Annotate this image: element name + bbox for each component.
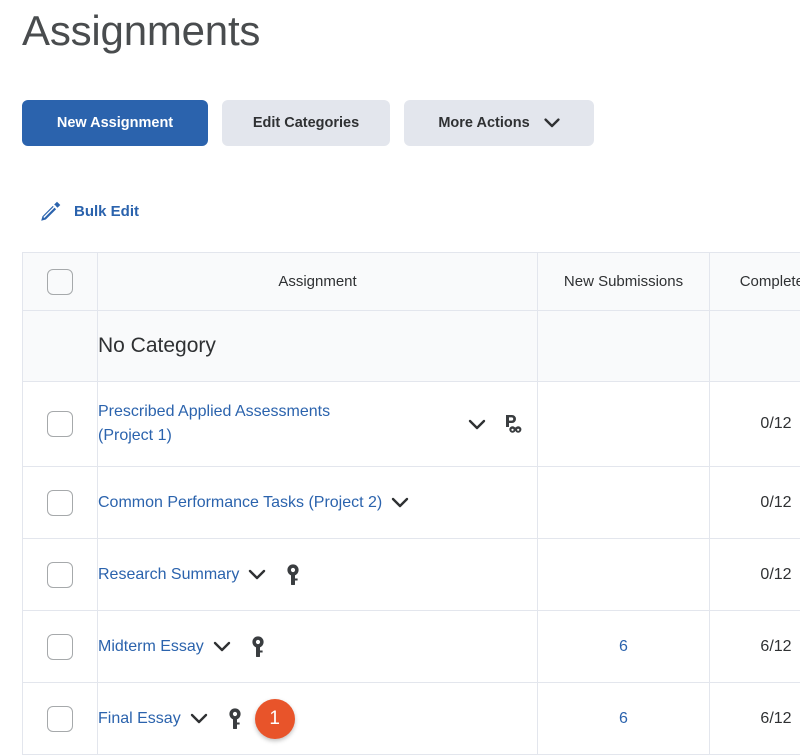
assignment-name-cell: Common Performance Tasks (Project 2) bbox=[98, 467, 538, 539]
chevron-down-icon bbox=[544, 118, 560, 128]
assignment-link[interactable]: Research Summary bbox=[98, 563, 239, 587]
completed-value: 0/12 bbox=[760, 494, 791, 511]
new-submissions-value[interactable]: 6 bbox=[619, 710, 628, 727]
chevron-down-icon[interactable] bbox=[459, 409, 495, 439]
assignment-link[interactable]: Prescribed Applied Assessments (Project … bbox=[98, 400, 366, 448]
row-checkbox[interactable] bbox=[47, 490, 73, 516]
bulk-edit-button[interactable]: Bulk Edit bbox=[38, 198, 139, 224]
completed-value: 0/12 bbox=[760, 566, 791, 583]
category-select-cell bbox=[23, 311, 98, 382]
assignments-table: Assignment New Submissions Completed No … bbox=[22, 252, 800, 755]
completed-value: 0/12 bbox=[760, 415, 791, 432]
action-toolbar: New Assignment Edit Categories More Acti… bbox=[22, 100, 594, 146]
assignment-name-cell: Midterm Essay bbox=[98, 611, 538, 683]
new-submissions-cell bbox=[538, 539, 710, 611]
new-submissions-cell: 6 bbox=[538, 683, 710, 755]
assignment-name-cell: Research Summary bbox=[98, 539, 538, 611]
category-done-cell bbox=[710, 311, 800, 382]
table-row: Midterm Essay bbox=[23, 611, 800, 683]
column-header-completed[interactable]: Completed bbox=[710, 253, 800, 311]
row-select-cell bbox=[23, 539, 98, 611]
assignment-link[interactable]: Midterm Essay bbox=[98, 635, 204, 659]
bulk-edit-label: Bulk Edit bbox=[74, 203, 139, 220]
select-all-checkbox[interactable] bbox=[47, 269, 73, 295]
column-header-assignment[interactable]: Assignment bbox=[98, 253, 538, 311]
chevron-down-icon[interactable] bbox=[204, 632, 240, 662]
pencil-icon bbox=[38, 198, 64, 224]
more-actions-label: More Actions bbox=[438, 115, 529, 131]
row-icons bbox=[459, 409, 537, 439]
select-all-header bbox=[23, 253, 98, 311]
category-label: No Category bbox=[98, 311, 538, 382]
table-row: Prescribed Applied Assessments (Project … bbox=[23, 382, 800, 467]
chevron-down-icon[interactable] bbox=[239, 560, 275, 590]
assignments-page: Assignments New Assignment Edit Categori… bbox=[0, 0, 800, 751]
category-row: No Category bbox=[23, 311, 800, 382]
row-select-cell bbox=[23, 611, 98, 683]
row-checkbox[interactable] bbox=[47, 706, 73, 732]
row-select-cell bbox=[23, 683, 98, 755]
row-select-cell bbox=[23, 467, 98, 539]
key-icon[interactable] bbox=[217, 704, 253, 734]
linked-rubric-icon[interactable] bbox=[495, 409, 531, 439]
completed-cell: 0/12 bbox=[710, 467, 800, 539]
assignment-name-cell: Final Essay bbox=[98, 683, 538, 755]
key-icon[interactable] bbox=[240, 632, 276, 662]
assignment-link[interactable]: Final Essay bbox=[98, 707, 181, 731]
completed-cell: 6/12 bbox=[710, 611, 800, 683]
column-header-new-submissions[interactable]: New Submissions bbox=[538, 253, 710, 311]
chevron-down-icon[interactable] bbox=[382, 488, 418, 518]
edit-categories-button[interactable]: Edit Categories bbox=[222, 100, 390, 146]
row-select-cell bbox=[23, 382, 98, 467]
row-checkbox[interactable] bbox=[47, 634, 73, 660]
table-header-row: Assignment New Submissions Completed bbox=[23, 253, 800, 311]
notification-badge[interactable]: 1 bbox=[255, 699, 295, 739]
new-submissions-cell bbox=[538, 467, 710, 539]
new-assignment-button[interactable]: New Assignment bbox=[22, 100, 208, 146]
assignment-name-cell: Prescribed Applied Assessments (Project … bbox=[98, 382, 538, 467]
completed-cell: 6/12 bbox=[710, 683, 800, 755]
category-new-cell bbox=[538, 311, 710, 382]
completed-value: 6/12 bbox=[760, 638, 791, 655]
new-submissions-cell bbox=[538, 382, 710, 467]
row-checkbox[interactable] bbox=[47, 562, 73, 588]
completed-value: 6/12 bbox=[760, 710, 791, 727]
table-row: Final Essay bbox=[23, 683, 800, 755]
table-row: Research Summary bbox=[23, 539, 800, 611]
chevron-down-icon[interactable] bbox=[181, 704, 217, 734]
table-row: Common Performance Tasks (Project 2) bbox=[23, 467, 800, 539]
new-submissions-value[interactable]: 6 bbox=[619, 638, 628, 655]
assignments-table-container: Assignment New Submissions Completed No … bbox=[22, 252, 800, 755]
row-checkbox[interactable] bbox=[47, 411, 73, 437]
more-actions-button[interactable]: More Actions bbox=[404, 100, 594, 146]
page-title: Assignments bbox=[22, 2, 260, 60]
key-icon[interactable] bbox=[275, 560, 311, 590]
new-submissions-cell: 6 bbox=[538, 611, 710, 683]
completed-cell: 0/12 bbox=[710, 539, 800, 611]
completed-cell: 0/12 bbox=[710, 382, 800, 467]
assignment-link[interactable]: Common Performance Tasks (Project 2) bbox=[98, 491, 382, 515]
